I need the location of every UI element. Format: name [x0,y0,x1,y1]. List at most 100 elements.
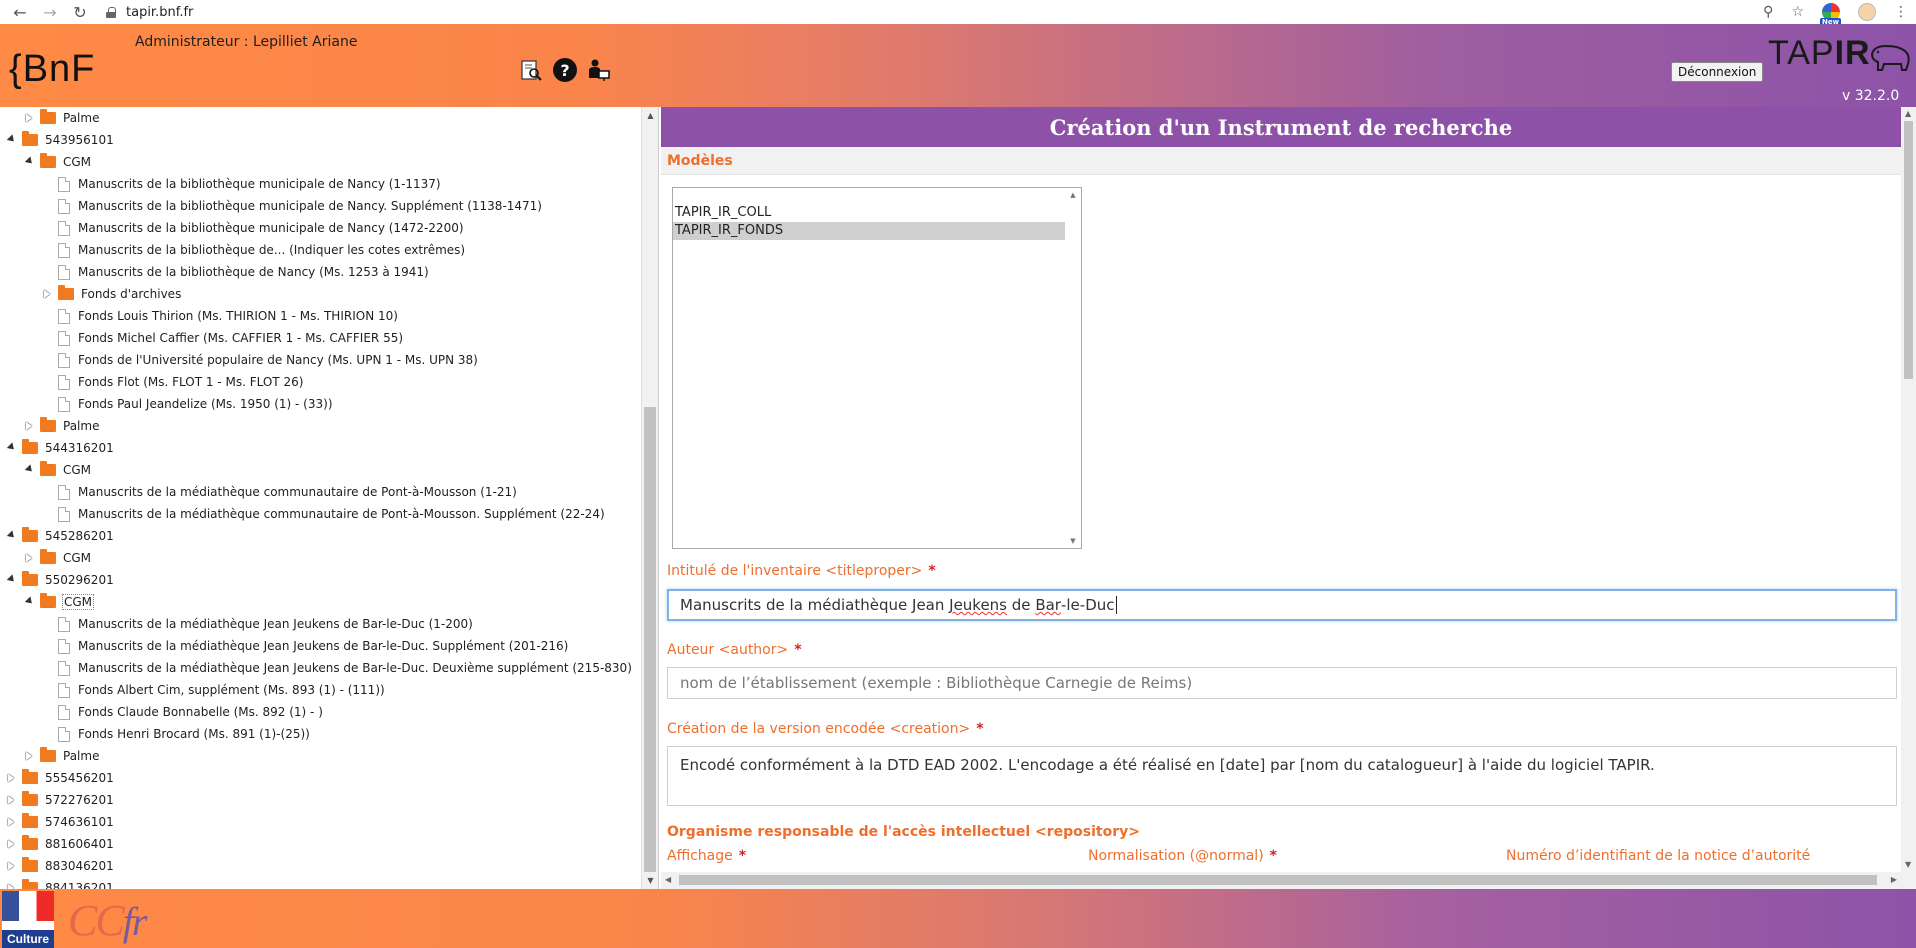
tree-node-label[interactable]: CGM [61,594,95,610]
tree-folder-node[interactable]: 883046201 [6,855,114,877]
tree-node-label[interactable]: Manuscrits de la bibliothèque municipale… [78,221,464,235]
tree-folder-node[interactable]: CGM [24,547,91,569]
tree-node-label[interactable]: 550296201 [45,573,114,587]
tree-document-node[interactable]: Manuscrits de la médiathèque communautai… [42,481,517,503]
user-screen-icon[interactable] [587,58,611,82]
tree-document-node[interactable]: Fonds Henri Brocard (Ms. 891 (1)-(25)) [42,723,310,745]
tree-folder-node[interactable]: CGM [24,151,91,173]
main-horizontal-scroll-thumb[interactable] [679,875,1877,885]
tree-folder-node[interactable]: Palme [24,745,99,767]
tree-node-label[interactable]: Fonds Paul Jeandelize (Ms. 1950 (1) - (3… [78,397,333,411]
tree-document-node[interactable]: Fonds Claude Bonnabelle (Ms. 892 (1) - ) [42,701,323,723]
tree-node-label[interactable]: Manuscrits de la bibliothèque municipale… [78,177,441,191]
main-vertical-scrollbar[interactable]: ▲ ▼ [1901,107,1916,889]
reload-icon[interactable]: ↻ [68,0,92,24]
scroll-left-arrow-icon[interactable]: ◀ [665,875,671,884]
tree-node-label[interactable]: 574636101 [45,815,114,829]
tree-node-label[interactable]: Fonds Michel Caffier (Ms. CAFFIER 1 - Ms… [78,331,403,345]
collapse-arrow-icon[interactable] [6,575,16,585]
extension-icon[interactable]: New [1820,3,1842,26]
tree-document-node[interactable]: Manuscrits de la bibliothèque de... (Ind… [42,239,465,261]
tree-node-label[interactable]: Fonds Henri Brocard (Ms. 891 (1)-(25)) [78,727,310,741]
main-horizontal-scrollbar[interactable]: ◀ ▶ [661,872,1901,889]
tree-node-label[interactable]: 883046201 [45,859,114,873]
profile-avatar[interactable] [1858,3,1876,21]
tree-folder-node[interactable]: 550296201 [6,569,114,591]
title-input[interactable]: Manuscrits de la médiathèque Jean Jeuken… [667,589,1897,621]
tree-document-node[interactable]: Manuscrits de la médiathèque Jean Jeuken… [42,635,568,657]
model-option[interactable]: TAPIR_IR_COLL [673,204,1067,222]
tree-node-label[interactable]: 544316201 [45,441,114,455]
tree-node-label[interactable]: CGM [63,463,91,477]
tree-folder-node[interactable]: 884136201 [6,877,114,889]
expand-arrow-icon[interactable] [24,553,34,563]
collapse-arrow-icon[interactable] [6,531,16,541]
tree-folder-node[interactable]: CGM [24,591,95,613]
expand-arrow-icon[interactable] [6,839,16,849]
tree-node-label[interactable]: 881606401 [45,837,114,851]
tree-document-node[interactable]: Manuscrits de la médiathèque communautai… [42,503,605,525]
tree-node-label[interactable]: Fonds de l'Université populaire de Nancy… [78,353,478,367]
tree-node-label[interactable]: Fonds Louis Thirion (Ms. THIRION 1 - Ms.… [78,309,398,323]
tree-document-node[interactable]: Manuscrits de la bibliothèque municipale… [42,217,464,239]
expand-arrow-icon[interactable] [6,773,16,783]
expand-arrow-icon[interactable] [24,751,34,761]
tree-document-node[interactable]: Fonds Paul Jeandelize (Ms. 1950 (1) - (3… [42,393,333,415]
tree-document-node[interactable]: Fonds Louis Thirion (Ms. THIRION 1 - Ms.… [42,305,398,327]
expand-arrow-icon[interactable] [24,421,34,431]
scroll-down-arrow-icon[interactable]: ▼ [642,872,659,889]
tree-scroll-thumb[interactable] [644,407,656,872]
tree-node-label[interactable]: Manuscrits de la bibliothèque municipale… [78,199,542,213]
tree-document-node[interactable]: Fonds Flot (Ms. FLOT 1 - Ms. FLOT 26) [42,371,303,393]
collapse-arrow-icon[interactable] [24,157,34,167]
tree-document-node[interactable]: Manuscrits de la bibliothèque municipale… [42,195,542,217]
collapse-arrow-icon[interactable] [6,443,16,453]
menu-kebab-icon[interactable]: ⋮ [1894,4,1908,20]
scroll-up-arrow-icon[interactable]: ▲ [1905,109,1911,118]
tree-node-label[interactable]: Palme [63,111,99,125]
back-arrow-icon[interactable]: ← [8,0,32,24]
expand-arrow-icon[interactable] [6,817,16,827]
logout-button[interactable]: Déconnexion [1671,62,1764,82]
tree-node-label[interactable]: Fonds Flot (Ms. FLOT 1 - Ms. FLOT 26) [78,375,303,389]
listbox-scrollbar[interactable]: ▲ ▼ [1065,188,1081,548]
tree-folder-node[interactable]: 555456201 [6,767,114,789]
scroll-down-arrow-icon[interactable]: ▼ [1065,534,1081,548]
collapse-arrow-icon[interactable] [6,135,16,145]
expand-arrow-icon[interactable] [42,289,52,299]
tree-node-label[interactable]: 543956101 [45,133,114,147]
bnf-logo[interactable]: {BnF [9,48,95,91]
tree-node-label[interactable]: 555456201 [45,771,114,785]
scroll-right-arrow-icon[interactable]: ▶ [1891,875,1897,884]
tree-node-label[interactable]: Manuscrits de la médiathèque Jean Jeuken… [78,639,568,653]
key-icon[interactable]: ⚲ [1763,4,1773,20]
author-input[interactable] [667,667,1897,699]
tree-document-node[interactable]: Manuscrits de la médiathèque Jean Jeuken… [42,613,473,635]
tree-node-label[interactable]: CGM [63,551,91,565]
model-option[interactable]: TAPIR_IR_FONDS [673,222,1067,240]
tree-document-node[interactable]: Fonds Michel Caffier (Ms. CAFFIER 1 - Ms… [42,327,403,349]
collapse-arrow-icon[interactable] [24,465,34,475]
tree-document-node[interactable]: Manuscrits de la bibliothèque municipale… [42,173,441,195]
tree-folder-node[interactable]: 544316201 [6,437,114,459]
expand-arrow-icon[interactable] [24,113,34,123]
scroll-down-arrow-icon[interactable]: ▼ [1905,860,1911,869]
collapse-arrow-icon[interactable] [24,597,34,607]
tree-node-label[interactable]: Manuscrits de la médiathèque communautai… [78,507,605,521]
main-vertical-scroll-thumb[interactable] [1904,121,1913,379]
bookmark-star-icon[interactable]: ☆ [1791,4,1804,20]
tree-document-node[interactable]: Fonds Albert Cim, supplément (Ms. 893 (1… [42,679,385,701]
tree-folder-node[interactable]: 543956101 [6,129,114,151]
tree-folder-node[interactable]: Palme [24,415,99,437]
scroll-up-arrow-icon[interactable]: ▲ [642,107,659,124]
tree-folder-node[interactable]: Fonds d'archives [42,283,181,305]
tree-node-label[interactable]: Fonds Claude Bonnabelle (Ms. 892 (1) - ) [78,705,323,719]
search-document-icon[interactable] [519,58,543,82]
forward-arrow-icon[interactable]: → [38,0,62,24]
tree-node-label[interactable]: Palme [63,749,99,763]
tree-folder-node[interactable]: 881606401 [6,833,114,855]
address-bar[interactable]: tapir.bnf.fr [106,5,193,20]
tree-folder-node[interactable]: 545286201 [6,525,114,547]
tree-node-label[interactable]: Manuscrits de la médiathèque Jean Jeuken… [78,617,473,631]
tree-node-label[interactable]: 545286201 [45,529,114,543]
